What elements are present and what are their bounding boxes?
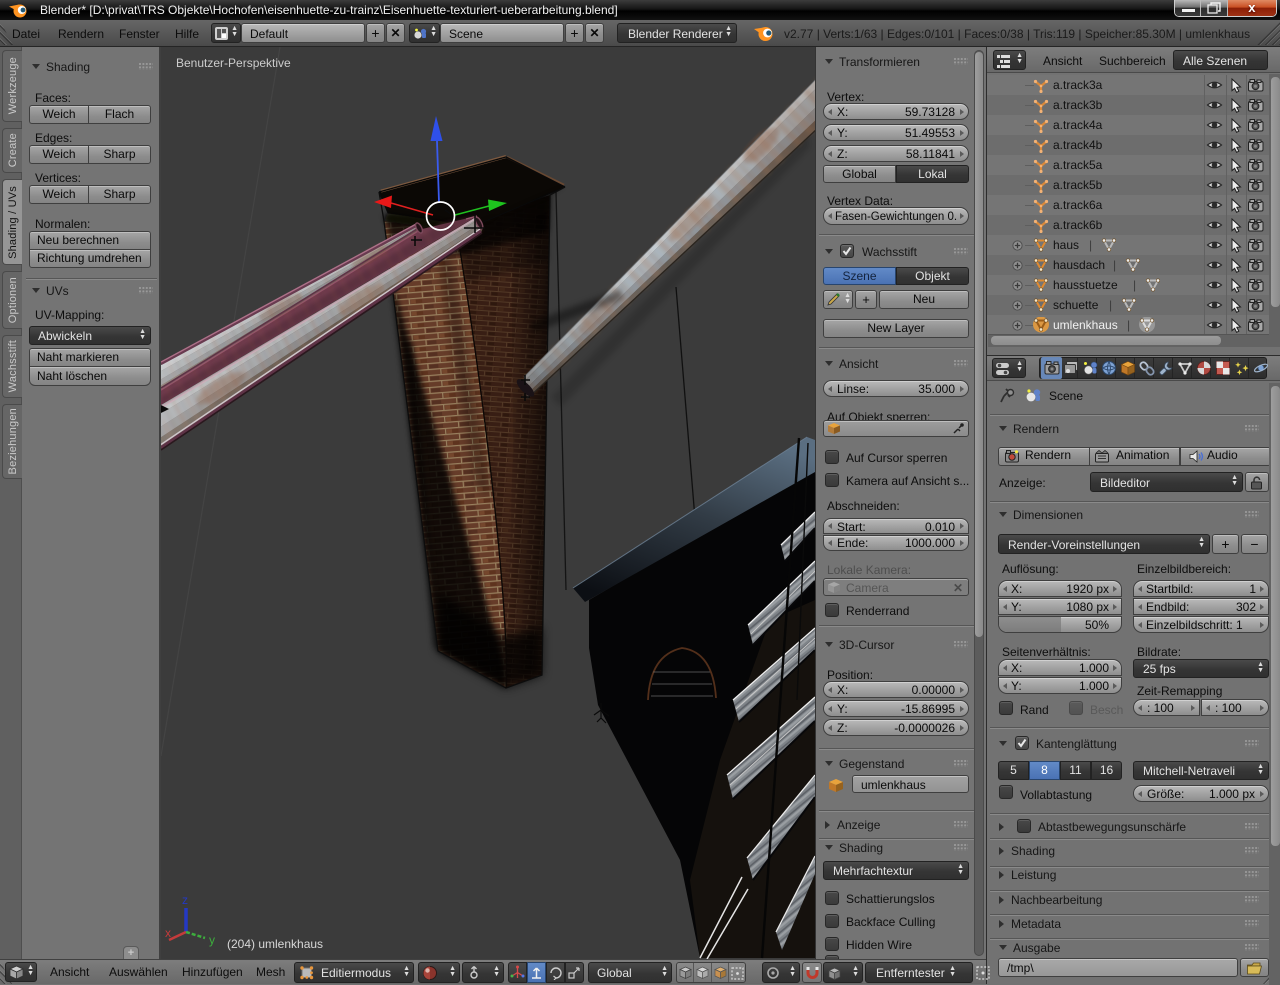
svg-text:x: x <box>165 926 171 940</box>
svg-text:z: z <box>182 893 188 907</box>
svg-text:y: y <box>209 933 215 947</box>
